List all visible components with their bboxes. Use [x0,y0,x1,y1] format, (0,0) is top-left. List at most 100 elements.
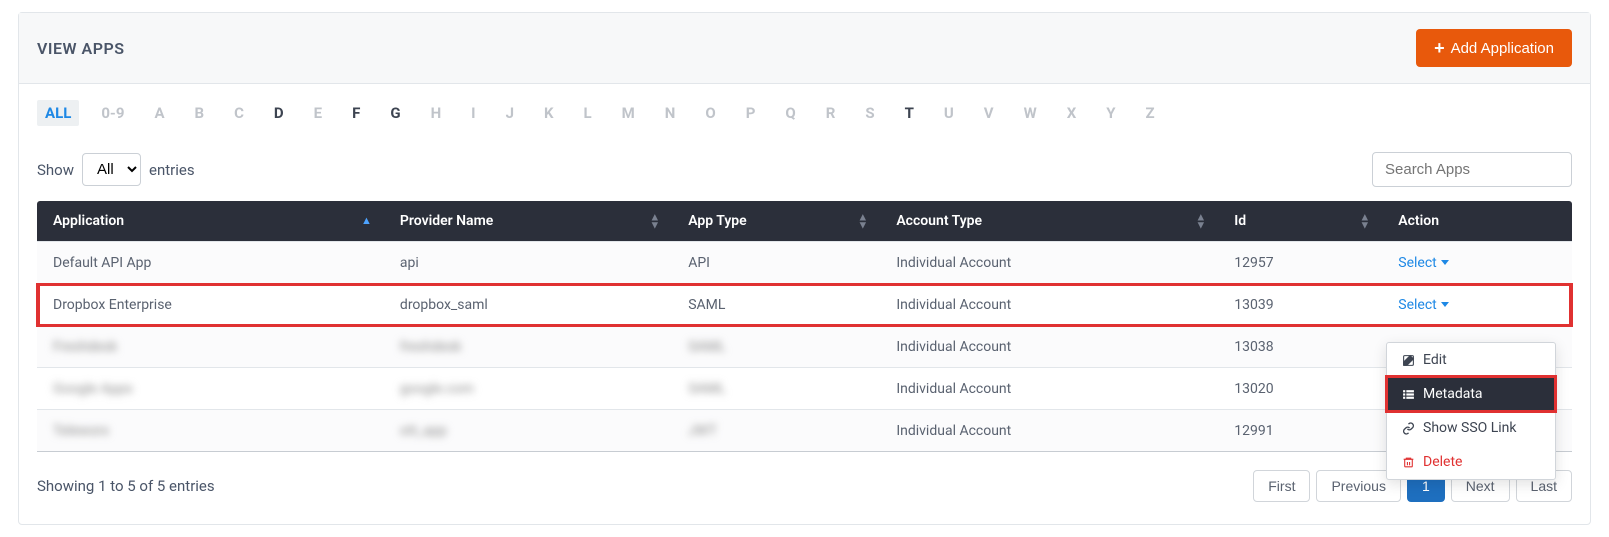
select-action[interactable]: Select [1398,297,1448,313]
cell: freshdesk [384,326,672,368]
trash-icon [1401,455,1415,469]
alpha-filter: ALL 0-9 ABCDEFGHIJKLMNOPQRSTUVWXYZ [37,96,1572,140]
alpha-filter-h[interactable]: H [423,100,450,126]
alpha-filter-x[interactable]: X [1059,100,1085,126]
alpha-filter-m[interactable]: M [614,100,643,126]
table-row: Dropbox Enterprisedropbox_samlSAMLIndivi… [37,284,1572,326]
table-row: Default API AppapiAPIIndividual Account1… [37,242,1572,284]
cell: SAML [672,284,880,326]
col-application[interactable]: Application▲ [37,201,384,242]
cell: google.com [384,368,672,410]
alpha-filter-q[interactable]: Q [777,100,803,126]
alpha-filter-d[interactable]: D [266,100,292,126]
col-provider-name[interactable]: Provider Name▲▼ [384,201,672,242]
alpha-filter-f[interactable]: F [344,100,368,126]
cell: Individual Account [880,410,1218,452]
alpha-filter-b[interactable]: B [187,100,213,126]
entries-summary: Showing 1 to 5 of 5 entries [37,477,215,495]
link-icon [1401,421,1415,435]
cell: Freshdesk [37,326,384,368]
table-controls: Show All entries [37,140,1572,201]
cell: SAML [672,326,880,368]
dropdown-edit[interactable]: Edit [1387,343,1555,377]
col-app-type[interactable]: App Type▲▼ [672,201,880,242]
col-account-type[interactable]: Account Type▲▼ [880,201,1218,242]
cell: api [384,242,672,284]
cell: Individual Account [880,284,1218,326]
add-application-label: Add Application [1451,40,1554,57]
show-label-before: Show [37,161,74,179]
cell: dropbox_saml [384,284,672,326]
alpha-filter-z[interactable]: Z [1138,100,1163,126]
alpha-filter-p[interactable]: P [738,100,764,126]
chevron-down-icon [1441,302,1449,307]
alpha-filter-y[interactable]: Y [1098,100,1123,126]
cell-action: Select [1382,284,1572,326]
col-id[interactable]: Id▲▼ [1218,201,1382,242]
edit-icon [1401,353,1415,367]
entries-select[interactable]: All [82,153,141,186]
table-row: Teleworxott_appJWTIndividual Account1299… [37,410,1572,452]
alpha-filter-a[interactable]: A [146,100,172,126]
select-action[interactable]: Select [1398,255,1448,271]
alpha-filter-t[interactable]: T [897,100,922,126]
table-row: Google Appsgoogle.comSAMLIndividual Acco… [37,368,1572,410]
search-input[interactable] [1372,152,1572,187]
alpha-filter-e[interactable]: E [306,100,330,126]
chevron-down-icon [1441,260,1449,265]
alpha-filter-c[interactable]: C [226,100,252,126]
alpha-filter-i[interactable]: I [463,100,483,126]
alpha-filter-v[interactable]: V [976,100,1002,126]
cell: Individual Account [880,368,1218,410]
dropdown-show-sso-link[interactable]: Show SSO Link [1387,411,1555,445]
page-first[interactable]: First [1253,470,1310,502]
sort-icon: ▲▼ [1195,213,1206,228]
dropdown-metadata[interactable]: Metadata [1387,377,1555,411]
cell: 13038 [1218,326,1382,368]
cell: Individual Account [880,242,1218,284]
plus-icon: + [1434,39,1445,57]
show-label-after: entries [149,161,195,179]
cell: 13020 [1218,368,1382,410]
alpha-filter-w[interactable]: W [1016,100,1045,126]
cell: Dropbox Enterprise [37,284,384,326]
alpha-filter-u[interactable]: U [936,100,962,126]
cell: JWT [672,410,880,452]
col-action[interactable]: Action [1382,201,1572,242]
cell: API [672,242,880,284]
panel-header: VIEW APPS + Add Application [19,13,1590,84]
alpha-filter-l[interactable]: L [576,100,600,126]
alpha-filter-r[interactable]: R [818,100,844,126]
list-icon [1401,387,1415,401]
table-row: FreshdeskfreshdeskSAMLIndividual Account… [37,326,1572,368]
cell: Google Apps [37,368,384,410]
apps-table: Application▲Provider Name▲▼App Type▲▼Acc… [37,201,1572,452]
action-dropdown: Edit Metadata Show SSO Link Delete [1386,342,1556,480]
cell: 13039 [1218,284,1382,326]
view-apps-panel: VIEW APPS + Add Application ALL0-9ABCDEF… [18,12,1591,525]
alpha-filter-k[interactable]: K [536,100,562,126]
alpha-filter-s[interactable]: S [857,100,882,126]
sort-icon: ▲▼ [649,213,660,228]
cell: 12991 [1218,410,1382,452]
alpha-filter-g[interactable]: G [382,100,408,126]
alpha-filter-all[interactable]: ALL [37,100,79,126]
table-footer: Showing 1 to 5 of 5 entries FirstPreviou… [37,452,1572,502]
cell: SAML [672,368,880,410]
add-application-button[interactable]: + Add Application [1416,29,1572,67]
table-header-row: Application▲Provider Name▲▼App Type▲▼Acc… [37,201,1572,242]
page-title: VIEW APPS [37,39,125,58]
sort-icon: ▲▼ [1359,213,1370,228]
alpha-filter-j[interactable]: J [498,100,522,126]
alpha-filter-o[interactable]: O [697,100,723,126]
alpha-filter-0-9[interactable]: 0-9 [93,100,132,126]
sort-icon: ▲ [361,217,372,225]
cell-action: Select [1382,242,1572,284]
dropdown-delete[interactable]: Delete [1387,445,1555,479]
show-entries: Show All entries [37,153,195,186]
alpha-filter-n[interactable]: N [657,100,684,126]
cell: Default API App [37,242,384,284]
cell: Individual Account [880,326,1218,368]
cell: 12957 [1218,242,1382,284]
panel-body: ALL 0-9 ABCDEFGHIJKLMNOPQRSTUVWXYZ Show Al… [19,84,1590,524]
